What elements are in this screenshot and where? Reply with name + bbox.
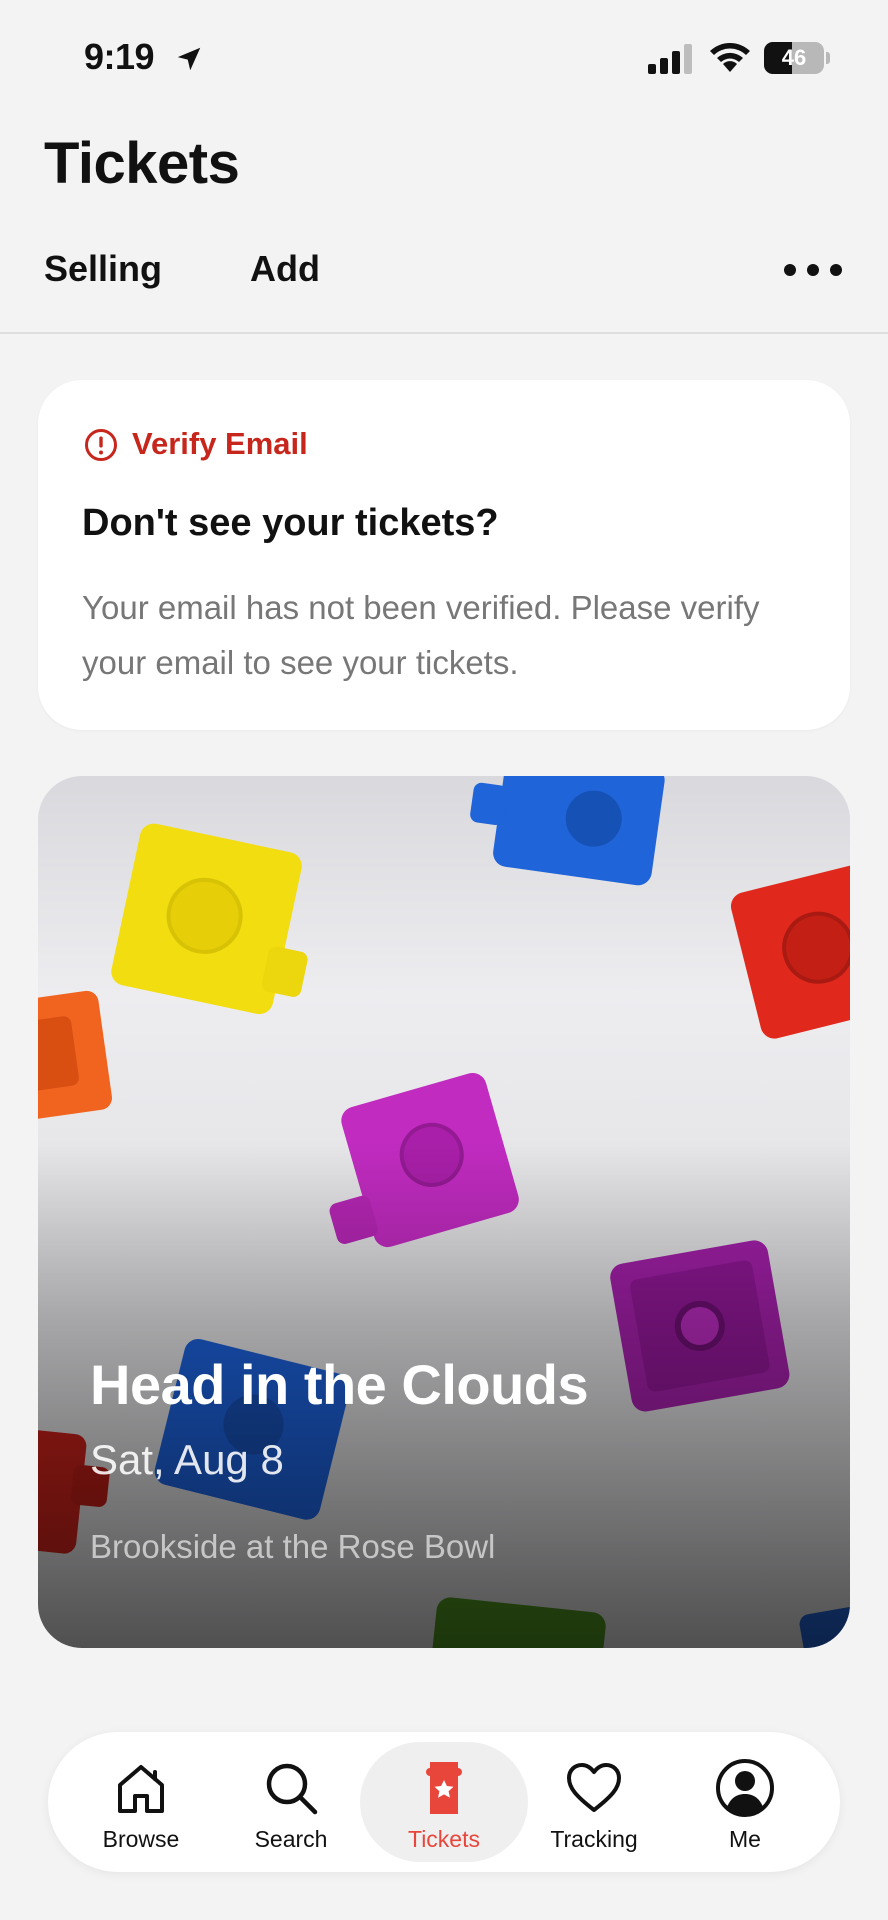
- status-time: 9:19: [84, 36, 155, 77]
- verify-email-link[interactable]: Verify Email: [132, 426, 308, 462]
- status-bar: 9:19 46: [0, 0, 888, 110]
- event-venue: Brookside at the Rose Bowl: [90, 1528, 496, 1565]
- event-image-overlay: [38, 776, 850, 1648]
- more-horizontal-icon: [784, 264, 796, 276]
- more-options-button[interactable]: [780, 252, 846, 288]
- verify-message: Your email has not been verified. Please…: [82, 589, 760, 681]
- battery-level: 46: [781, 45, 807, 70]
- nav-search[interactable]: Search: [216, 1732, 366, 1872]
- alert-circle-icon: [85, 429, 117, 461]
- verify-email-card[interactable]: Verify Email Don't see your tickets? You…: [38, 380, 850, 730]
- heart-icon: [567, 1763, 621, 1812]
- verify-heading: Don't see your tickets?: [82, 502, 499, 544]
- header-divider: [0, 332, 888, 334]
- page-title: Tickets: [44, 131, 240, 196]
- event-title: Head in the Clouds: [90, 1353, 589, 1416]
- nav-me[interactable]: Me: [670, 1732, 820, 1872]
- wifi-icon: [710, 43, 750, 72]
- home-icon: [118, 1765, 164, 1813]
- bottom-nav: Browse Search Tickets Tracking Me: [48, 1732, 840, 1872]
- cellular-signal-icon: [648, 44, 692, 74]
- nav-tracking-label: Tracking: [550, 1826, 638, 1852]
- event-date: Sat, Aug 8: [90, 1436, 284, 1483]
- search-icon: [266, 1763, 318, 1815]
- profile-icon: [716, 1759, 774, 1817]
- nav-browse[interactable]: Browse: [66, 1732, 216, 1872]
- event-card[interactable]: Head in the Clouds Sat, Aug 8 Brookside …: [38, 776, 850, 1648]
- tab-add[interactable]: Add: [250, 248, 320, 290]
- nav-tracking[interactable]: Tracking: [519, 1732, 669, 1872]
- battery-indicator: 46: [764, 42, 830, 74]
- tab-selling[interactable]: Selling: [44, 248, 162, 290]
- nav-browse-label: Browse: [102, 1826, 180, 1852]
- ticket-icon: [426, 1762, 462, 1814]
- nav-me-label: Me: [729, 1826, 761, 1852]
- location-arrow-icon: [177, 47, 201, 71]
- nav-search-label: Search: [254, 1826, 328, 1852]
- nav-tickets-label: Tickets: [408, 1826, 480, 1852]
- nav-tickets[interactable]: Tickets: [369, 1732, 519, 1872]
